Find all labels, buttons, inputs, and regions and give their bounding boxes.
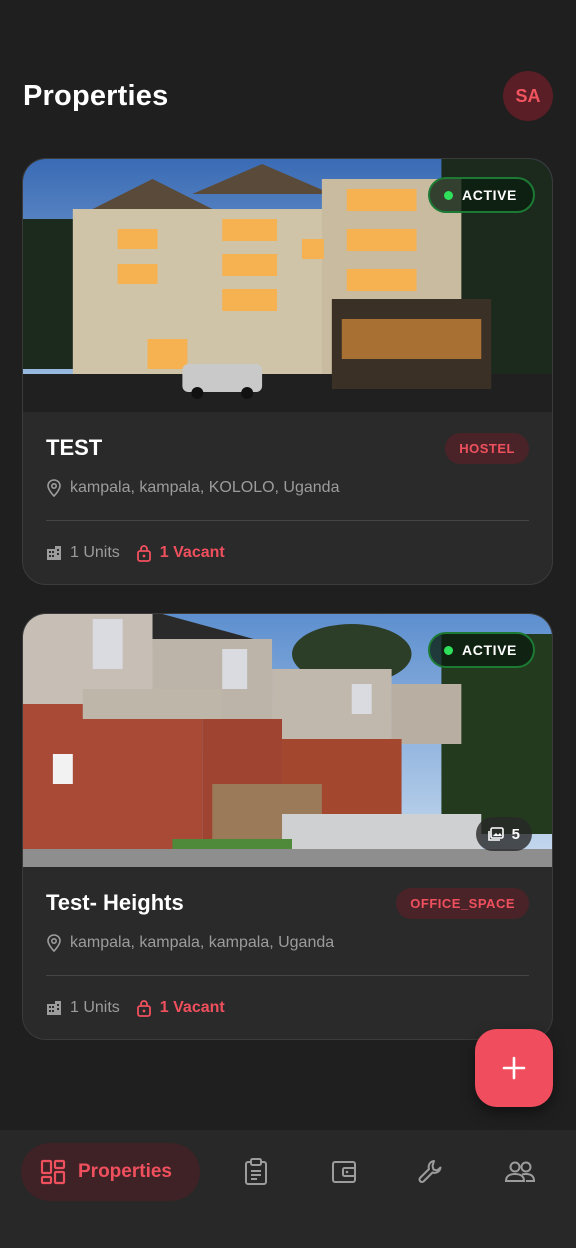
nav-item-tasks[interactable] [238,1154,274,1190]
add-property-button[interactable] [475,1029,553,1107]
plus-icon [502,1056,526,1080]
nav-item-tenants[interactable] [502,1154,538,1190]
property-image: ACTIVE 5 [23,614,552,867]
photo-count: 5 [511,825,520,843]
gallery-icon [487,827,504,841]
screen: Properties SA ACTIVE TEST HOSTEL kampala… [0,0,576,1248]
location-pin-icon [47,479,61,497]
vacant-count: 1 Vacant [159,999,225,1016]
page-title: Properties [23,79,169,112]
stats-row: 1 Units 1 Vacant [46,521,529,584]
property-name: TEST [46,435,103,460]
vacant-count: 1 Vacant [159,544,225,561]
card-body: TEST HOSTEL kampala, kampala, KOLOLO, Ug… [23,412,552,584]
property-card[interactable]: ACTIVE 5 Test- Heights OFFICE_SPACE kamp… [22,613,553,1040]
building-icon [47,1001,61,1015]
stats-row: 1 Units 1 Vacant [46,976,529,1039]
property-name: Test- Heights [46,890,184,915]
nav-item-properties[interactable]: Properties [21,1143,200,1201]
property-image: ACTIVE [23,159,552,412]
units-count: 1 Units [70,544,120,561]
property-address: kampala, kampala, kampala, Uganda [70,934,335,951]
lock-open-icon [136,545,151,562]
vacant-stat: 1 Vacant [136,999,225,1017]
status-text: ACTIVE [462,187,517,203]
nav-item-payments[interactable] [326,1154,362,1190]
card-body: Test- Heights OFFICE_SPACE kampala, kamp… [23,867,552,1039]
status-dot-icon [444,190,454,200]
property-card[interactable]: ACTIVE TEST HOSTEL kampala, kampala, KOL… [22,158,553,585]
clipboard-icon [245,1158,267,1185]
wallet-icon [332,1161,356,1183]
vacant-stat: 1 Vacant [136,544,225,562]
units-stat: 1 Units [46,544,120,562]
building-icon [47,546,61,560]
wrench-icon [418,1160,442,1183]
avatar[interactable]: SA [503,71,553,121]
nav-label-properties: Properties [78,1161,172,1182]
people-icon [504,1161,536,1182]
units-count: 1 Units [70,999,120,1016]
lock-open-icon [136,1000,151,1017]
status-dot-icon [444,645,454,655]
property-type-badge: OFFICE_SPACE [396,887,529,919]
status-badge: ACTIVE [428,632,535,668]
photo-count-badge[interactable]: 5 [475,817,532,851]
header: Properties SA [23,70,553,122]
units-stat: 1 Units [46,999,120,1017]
property-address: kampala, kampala, KOLOLO, Uganda [70,479,340,496]
address-row: kampala, kampala, KOLOLO, Uganda [46,476,529,500]
properties-icon [40,1159,66,1185]
address-row: kampala, kampala, kampala, Uganda [46,931,529,955]
location-pin-icon [47,934,61,952]
nav-item-maintenance[interactable] [413,1154,449,1190]
bottom-nav: Properties [0,1130,576,1248]
status-text: ACTIVE [462,642,517,658]
status-badge: ACTIVE [428,177,535,213]
property-type-badge: HOSTEL [445,432,529,464]
